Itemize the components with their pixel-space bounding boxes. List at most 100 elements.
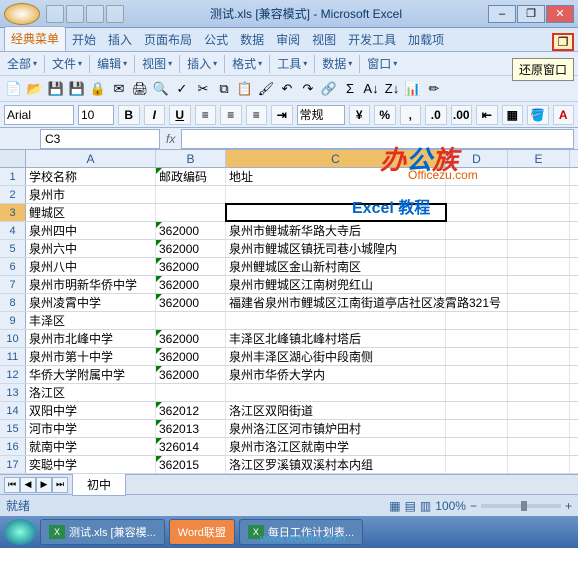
italic-button[interactable]: I xyxy=(144,105,166,125)
restore-window-button[interactable]: ❐ xyxy=(552,33,574,51)
close-button[interactable]: ✕ xyxy=(546,5,574,23)
cell-A5[interactable]: 泉州六中 xyxy=(26,240,156,257)
cell-D6[interactable] xyxy=(446,258,508,275)
zoom-out-button[interactable]: − xyxy=(470,499,477,513)
cell-A16[interactable]: 就南中学 xyxy=(26,438,156,455)
cell-E17[interactable] xyxy=(508,456,570,473)
view-break-icon[interactable]: ▥ xyxy=(420,499,431,513)
cell-E6[interactable] xyxy=(508,258,570,275)
comma-button[interactable]: , xyxy=(400,105,422,125)
undo-icon[interactable]: ↶ xyxy=(277,79,297,99)
dec-decimal-button[interactable]: .00 xyxy=(451,105,473,125)
col-header-A[interactable]: A xyxy=(26,150,156,167)
cell-E16[interactable] xyxy=(508,438,570,455)
row-header[interactable]: 15 xyxy=(0,420,26,437)
cell-B1[interactable]: 邮政编码 xyxy=(156,168,226,185)
menu-all[interactable]: 全部▾ xyxy=(4,55,40,72)
cell-E11[interactable] xyxy=(508,348,570,365)
sheet-tab[interactable]: 初中 xyxy=(72,473,126,496)
cut-icon[interactable]: ✂ xyxy=(193,79,213,99)
row-header[interactable]: 13 xyxy=(0,384,26,401)
tab-review[interactable]: 审阅 xyxy=(270,28,306,51)
cell-C6[interactable]: 泉州鲤城区金山新村南区 xyxy=(226,258,446,275)
copy-icon[interactable]: ⧉ xyxy=(214,79,234,99)
cell-A10[interactable]: 泉州市北峰中学 xyxy=(26,330,156,347)
tab-home[interactable]: 开始 xyxy=(66,28,102,51)
row-header[interactable]: 7 xyxy=(0,276,26,293)
save-icon[interactable]: 💾 xyxy=(46,79,66,99)
cell-C13[interactable] xyxy=(226,384,446,401)
view-layout-icon[interactable]: ▤ xyxy=(405,499,416,513)
name-box[interactable]: C3 xyxy=(40,129,160,149)
taskbar-item[interactable]: Word联盟 xyxy=(169,519,235,545)
cell-B6[interactable]: 362000 xyxy=(156,258,226,275)
undo-icon[interactable] xyxy=(66,5,84,23)
open-icon[interactable]: 📂 xyxy=(25,79,45,99)
office-button[interactable] xyxy=(4,3,40,25)
print-icon[interactable]: 🖨 xyxy=(130,79,150,99)
cell-A12[interactable]: 华侨大学附属中学 xyxy=(26,366,156,383)
tab-addins[interactable]: 加载项 xyxy=(402,28,450,51)
row-header[interactable]: 6 xyxy=(0,258,26,275)
menu-tools[interactable]: 工具▾ xyxy=(274,55,310,72)
cell-D7[interactable] xyxy=(446,276,508,293)
print-icon[interactable] xyxy=(106,5,124,23)
tab-formulas[interactable]: 公式 xyxy=(198,28,234,51)
cell-C17[interactable]: 洛江区罗溪镇双溪村本内组 xyxy=(226,456,446,473)
start-button[interactable] xyxy=(4,519,36,545)
cell-C16[interactable]: 泉州市洛江区就南中学 xyxy=(226,438,446,455)
link-icon[interactable]: 🔗 xyxy=(319,79,339,99)
row-header[interactable]: 12 xyxy=(0,366,26,383)
cell-D3[interactable] xyxy=(446,204,508,221)
row-header[interactable]: 3 xyxy=(0,204,26,221)
sum-icon[interactable]: Σ xyxy=(340,79,360,99)
indent-button[interactable]: ⇤ xyxy=(476,105,498,125)
number-format-select[interactable] xyxy=(297,105,345,125)
row-header[interactable]: 8 xyxy=(0,294,26,311)
cell-A14[interactable]: 双阳中学 xyxy=(26,402,156,419)
cell-E7[interactable] xyxy=(508,276,570,293)
percent-button[interactable]: % xyxy=(374,105,396,125)
cell-B5[interactable]: 362000 xyxy=(156,240,226,257)
email-icon[interactable]: ✉ xyxy=(109,79,129,99)
cell-C5[interactable]: 泉州市鲤城区镇抚司巷小城隍内 xyxy=(226,240,446,257)
chart-icon[interactable]: 📊 xyxy=(403,79,423,99)
menu-file[interactable]: 文件▾ xyxy=(49,55,85,72)
cell-C7[interactable]: 泉州市鲤城区江南树兜红山 xyxy=(226,276,446,293)
preview-icon[interactable]: 🔍 xyxy=(151,79,171,99)
cell-C4[interactable]: 泉州市鲤城新华路大寺后 xyxy=(226,222,446,239)
col-header-B[interactable]: B xyxy=(156,150,226,167)
inc-decimal-button[interactable]: .0 xyxy=(425,105,447,125)
cell-B14[interactable]: 362012 xyxy=(156,402,226,419)
tab-devtools[interactable]: 开发工具 xyxy=(342,28,402,51)
cell-E10[interactable] xyxy=(508,330,570,347)
zoom-level[interactable]: 100% xyxy=(435,499,466,513)
tab-data[interactable]: 数据 xyxy=(234,28,270,51)
align-center-button[interactable]: ≡ xyxy=(220,105,242,125)
row-header[interactable]: 11 xyxy=(0,348,26,365)
cell-B2[interactable] xyxy=(156,186,226,203)
font-size-select[interactable] xyxy=(78,105,114,125)
cell-E1[interactable] xyxy=(508,168,570,185)
cell-A1[interactable]: 学校名称 xyxy=(26,168,156,185)
cell-B3[interactable] xyxy=(156,204,226,221)
paste-icon[interactable]: 📋 xyxy=(235,79,255,99)
menu-format[interactable]: 格式▾ xyxy=(229,55,265,72)
sort-asc-icon[interactable]: A↓ xyxy=(361,79,381,99)
view-normal-icon[interactable]: ▦ xyxy=(389,499,400,513)
tab-insert[interactable]: 插入 xyxy=(102,28,138,51)
cell-B10[interactable]: 362000 xyxy=(156,330,226,347)
cell-E4[interactable] xyxy=(508,222,570,239)
cell-E13[interactable] xyxy=(508,384,570,401)
cell-B11[interactable]: 362000 xyxy=(156,348,226,365)
cell-D17[interactable] xyxy=(446,456,508,473)
borders-button[interactable]: ▦ xyxy=(502,105,524,125)
zoom-in-button[interactable]: + xyxy=(565,499,572,513)
minimize-button[interactable]: – xyxy=(488,5,516,23)
row-header[interactable]: 4 xyxy=(0,222,26,239)
cell-E3[interactable] xyxy=(508,204,570,221)
cell-E12[interactable] xyxy=(508,366,570,383)
row-header[interactable]: 2 xyxy=(0,186,26,203)
cell-B7[interactable]: 362000 xyxy=(156,276,226,293)
cell-D8[interactable] xyxy=(446,294,508,311)
